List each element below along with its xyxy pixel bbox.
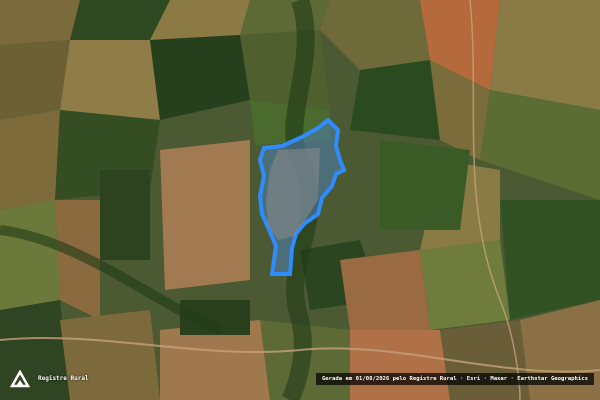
registro-rural-logo-icon [9, 369, 31, 388]
registro-rural-logo: Registre Rural [8, 366, 89, 390]
cleared-area [266, 148, 320, 240]
satellite-map[interactable]: Registre Rural Gerada em 01/08/2026 pelo… [0, 0, 600, 400]
map-attribution: Gerada em 01/08/2026 pelo Registre Rural… [315, 373, 594, 385]
property-overlay [257, 117, 347, 276]
logo-text: Registre Rural [38, 374, 89, 382]
